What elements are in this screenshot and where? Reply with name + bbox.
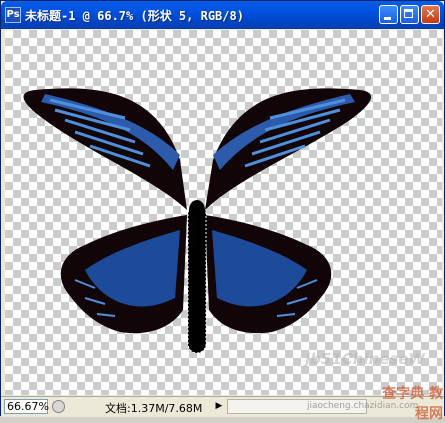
status-bar: 66.67% 文档:1.37M/7.68M ▶ jiaocheng.chazid… (1, 386, 444, 422)
maximize-icon (404, 9, 413, 18)
zoom-input[interactable]: 66.67% (4, 399, 49, 414)
maximize-button[interactable] (400, 5, 419, 24)
minimize-button[interactable] (379, 5, 398, 24)
status-options-icon[interactable] (52, 400, 65, 413)
document-size-info: 文档:1.37M/7.68M (105, 402, 203, 415)
watermark-logo: 查字典 教程网 (382, 386, 443, 422)
butterfly-body (187, 204, 207, 354)
minimize-icon (384, 17, 391, 20)
title-bar[interactable]: Ps 未标题-1 @ 66.7% (形状 5, RGB/8) ✕ (1, 1, 444, 29)
butterfly-shape[interactable] (5, 30, 442, 395)
canvas-watermark: jb51ChineseW (305, 350, 426, 368)
window-title: 未标题-1 @ 66.7% (形状 5, RGB/8) (25, 9, 244, 23)
status-menu-arrow-icon[interactable]: ▶ (213, 400, 225, 413)
document-canvas[interactable]: jb51ChineseW (5, 30, 442, 395)
document-window: Ps 未标题-1 @ 66.7% (形状 5, RGB/8) ✕ jb51Chi… (0, 0, 445, 422)
close-button[interactable]: ✕ (421, 5, 440, 24)
photoshop-doc-icon[interactable]: Ps (5, 7, 21, 23)
close-icon: ✕ (425, 7, 436, 22)
